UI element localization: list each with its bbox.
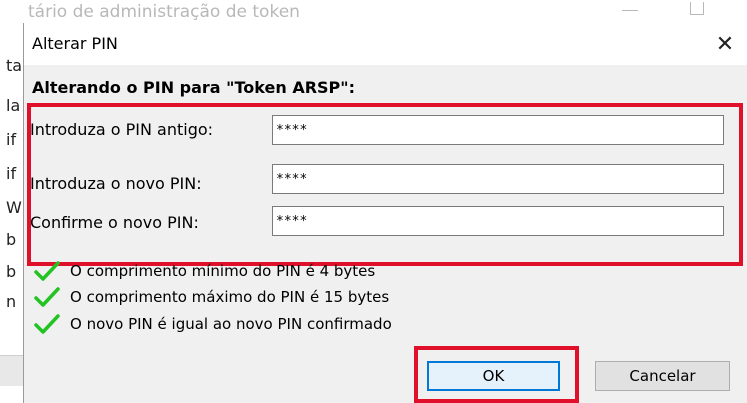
new-pin-input[interactable]	[272, 164, 724, 194]
background-text-fragment: la	[6, 96, 21, 115]
requirement-text: O comprimento máximo do PIN é 15 bytes	[70, 288, 390, 306]
check-icon	[34, 314, 60, 334]
cancel-button[interactable]: Cancelar	[595, 361, 730, 391]
background-maximize-icon	[690, 2, 704, 15]
dialog-title: Alterar PIN	[32, 34, 118, 53]
dialog-titlebar[interactable]: Alterar PIN ✕	[24, 23, 747, 65]
background-minimize-icon	[622, 10, 638, 11]
requirement-item: O comprimento mínimo do PIN é 4 bytes	[34, 258, 554, 284]
confirm-pin-input[interactable]	[272, 206, 724, 236]
requirement-text: O novo PIN é igual ao novo PIN confirmad…	[70, 315, 392, 333]
background-text-fragment: n	[6, 292, 17, 311]
background-text-fragment: ta	[6, 56, 23, 75]
background-text-fragment: if	[6, 130, 17, 149]
ok-button[interactable]: OK	[427, 361, 560, 391]
background-text-fragment: if	[6, 164, 17, 183]
old-pin-label: Introduza o PIN antigo:	[30, 120, 214, 139]
background-window-content: ta la if if W b b n	[0, 28, 23, 403]
confirm-pin-label: Confirme o novo PIN:	[30, 213, 199, 232]
change-pin-dialog: Alterar PIN ✕ Alterando o PIN para "Toke…	[23, 23, 747, 403]
requirement-item: O novo PIN é igual ao novo PIN confirmad…	[34, 311, 554, 337]
new-pin-label: Introduza o novo PIN:	[30, 174, 202, 193]
dialog-heading: Alterando o PIN para "Token ARSP":	[32, 78, 355, 97]
old-pin-input[interactable]	[272, 115, 724, 145]
close-icon: ✕	[715, 31, 735, 57]
check-icon	[34, 261, 60, 281]
background-text-fragment: b	[6, 230, 17, 249]
background-text-fragment: b	[6, 262, 17, 281]
check-icon	[34, 287, 60, 307]
background-text-fragment: W	[6, 198, 22, 217]
background-window-footer	[0, 355, 24, 386]
requirement-item: O comprimento máximo do PIN é 15 bytes	[34, 284, 554, 310]
requirement-text: O comprimento mínimo do PIN é 4 bytes	[70, 262, 376, 280]
close-button[interactable]: ✕	[702, 23, 747, 65]
background-window-title: tário de administração de token	[28, 2, 300, 22]
